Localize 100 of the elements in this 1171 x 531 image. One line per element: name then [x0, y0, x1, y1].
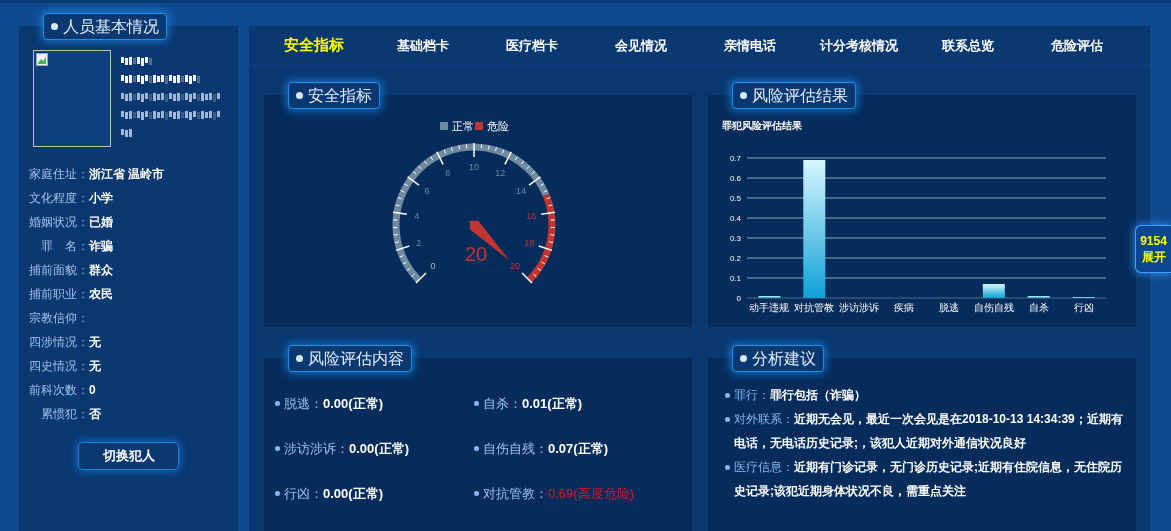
gauge-value: 20	[464, 243, 488, 265]
switch-button[interactable]: 切换犯人	[78, 442, 179, 470]
gauge-tick-label: 2	[416, 237, 422, 248]
field-value: 否	[89, 406, 101, 423]
analysis-text: 医疗信息：近期有门诊记录，无门诊历史记录;近期有住院信息，无住院历史记录;该犯近期身体状况不良，需重点关注	[734, 459, 1123, 500]
axis-tick-label: 0.1	[729, 274, 741, 283]
axis-tick-label: 0.7	[729, 154, 741, 163]
gauge-tick-label: 8	[445, 168, 451, 179]
bullet-icon	[275, 491, 280, 496]
analysis-text: 对外联系：近期无会见，最近一次会见是在2018-10-13 14:34:39；近期有电话，无电话历史记录;，该犯人近期对外通信状况良好	[734, 411, 1124, 452]
axis-tick-label: 0.2	[729, 254, 741, 263]
legend-label: 正常	[452, 120, 474, 132]
category-label: 涉访涉诉	[839, 302, 880, 313]
section-title: 风险评估内容	[308, 348, 404, 369]
field-value: 群众	[89, 262, 113, 279]
gauge-tick-label: 0	[430, 261, 436, 271]
section-title: 风险评估结果	[752, 85, 848, 106]
section-title: 安全指标	[308, 85, 372, 106]
legend-label: 危险	[487, 120, 509, 132]
field-label: 家庭住址：	[28, 166, 89, 183]
bar	[982, 284, 1005, 298]
bullet-icon	[740, 92, 747, 99]
field-value: 无	[89, 334, 101, 351]
broken-image-icon	[36, 53, 48, 66]
risk-label: 自杀：	[483, 394, 522, 413]
category-label: 自杀	[1028, 302, 1049, 313]
risk-label: 脱逃：	[284, 394, 323, 413]
bullet-icon	[474, 446, 479, 451]
risk-value: 0.00(正常)	[349, 439, 409, 458]
chart-title: 罪犯风险评估结果	[722, 120, 802, 131]
tab[interactable]: 安全指标	[259, 34, 368, 57]
risk-label: 自伤自残：	[483, 439, 548, 458]
field-label: 累惯犯：	[40, 406, 89, 423]
tab[interactable]: 危险评估	[1022, 35, 1131, 56]
field-label: 罪 名：	[40, 238, 89, 255]
field-value: 已婚	[89, 214, 113, 231]
field-label: 宗教信仰：	[28, 310, 89, 327]
category-label: 对抗管教	[794, 302, 835, 313]
category-label: 脱逃	[938, 302, 959, 313]
field-label: 婚姻状况：	[28, 214, 89, 231]
risk-value: 0.01(正常)	[522, 394, 582, 413]
tab[interactable]: 亲情电话	[695, 35, 804, 56]
field-value: 无	[89, 358, 101, 375]
bullet-icon	[725, 465, 730, 470]
risk-label: 对抗管教：	[483, 484, 548, 503]
category-label: 疾病	[894, 302, 915, 313]
tab[interactable]: 会见情况	[586, 35, 695, 56]
bullet-icon	[725, 417, 730, 422]
side-tab[interactable]: 9154 展开	[1135, 225, 1171, 273]
axis-tick-label: 0.4	[729, 214, 741, 223]
field-value: 诈骗	[89, 238, 113, 255]
field-label: 四史情况：	[28, 358, 89, 375]
gauge-tick-label: 20	[510, 261, 520, 271]
axis-tick-label: 0.6	[729, 174, 741, 183]
field-label: 四涉情况：	[28, 334, 89, 351]
category-label: 行凶	[1073, 302, 1094, 313]
field-value: 0	[89, 382, 96, 399]
side-tab-number: 9154	[1140, 233, 1167, 249]
bullet-icon	[275, 446, 280, 451]
tab[interactable]: 联系总览	[913, 35, 1022, 56]
field-label: 捕前面貌：	[28, 262, 89, 279]
axis-tick-label: 0.5	[729, 194, 741, 203]
bullet-icon	[740, 355, 747, 362]
axis-tick-label: 0	[736, 294, 741, 303]
risk-value: 0.00(正常)	[323, 484, 383, 503]
bullet-icon	[474, 491, 479, 496]
category-label: 动手违规	[749, 302, 790, 313]
gauge-tick-label: 18	[524, 237, 535, 248]
tab[interactable]: 基础档卡	[368, 35, 477, 56]
risk-value: 0.00(正常)	[323, 394, 383, 413]
field-value: 小学	[89, 190, 113, 207]
section-title: 人员基本情况	[63, 16, 159, 37]
category-label: 自伤自残	[973, 302, 1014, 313]
bullet-icon	[296, 355, 303, 362]
gauge-tick-label: 6	[424, 185, 430, 196]
field-value: 农民	[89, 286, 113, 303]
bullet-icon	[275, 401, 280, 406]
gauge-tick-label: 14	[515, 185, 526, 196]
field-label: 捕前职业：	[28, 286, 89, 303]
side-tab-label: 展开	[1141, 249, 1166, 265]
analysis-text: 罪行：罪行包括（诈骗）	[734, 387, 866, 404]
gauge-tick-label: 4	[414, 210, 420, 221]
tab[interactable]: 医疗档卡	[477, 35, 586, 56]
risk-label: 涉访涉诉：	[284, 439, 349, 458]
gauge-tick-label: 12	[495, 168, 506, 179]
field-label: 前科次数：	[28, 382, 89, 399]
bullet-icon	[474, 401, 479, 406]
gauge-tick-label: 16	[526, 210, 537, 221]
bullet-icon	[296, 92, 303, 99]
risk-value: 0.07(正常)	[548, 439, 608, 458]
gauge-tick-label: 10	[469, 162, 479, 172]
bullet-icon	[51, 23, 58, 30]
risk-value: 0.69(高度危险)	[548, 484, 634, 503]
field-value: 浙江省 温岭市	[89, 166, 165, 183]
tab[interactable]: 计分考核情况	[804, 35, 913, 56]
risk-label: 行凶：	[284, 484, 323, 503]
bullet-icon	[725, 393, 730, 398]
section-title: 分析建议	[752, 348, 816, 369]
field-label: 文化程度：	[28, 190, 89, 207]
axis-tick-label: 0.3	[729, 234, 741, 243]
